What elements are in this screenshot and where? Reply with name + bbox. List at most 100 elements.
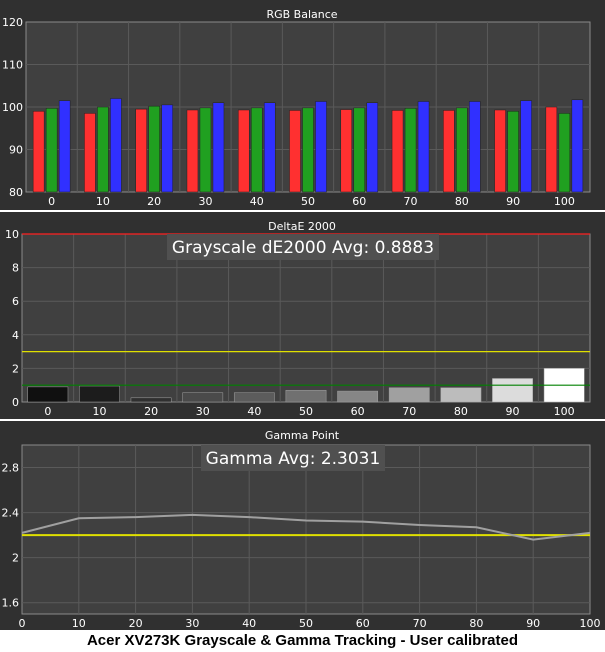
average-label: Grayscale dE2000 Avg: 0.8883 — [172, 238, 434, 258]
bar-blue — [520, 100, 532, 193]
bar-blue — [469, 101, 481, 193]
bar-blue — [571, 99, 584, 193]
y-tick-label: 6 — [12, 295, 19, 308]
x-tick-label: 60 — [352, 195, 366, 208]
x-tick-label: 90 — [506, 405, 520, 418]
x-tick-label: 20 — [147, 195, 161, 208]
chart-panel-2: DeltaE 200002468100 10 20 30 40 50 60 70 80 90 100… — [0, 212, 605, 419]
bar-green — [97, 106, 109, 193]
bar-blue — [417, 101, 430, 193]
x-tick-label: 100 — [554, 195, 575, 208]
x-tick-label: 10 — [96, 195, 110, 208]
bar-red — [186, 109, 199, 193]
x-tick-label: 20 — [144, 405, 158, 418]
x-tick-label: 80 — [454, 405, 468, 418]
bar-blue — [161, 104, 173, 193]
x-tick-label: 0 — [19, 617, 26, 630]
bar-green — [456, 107, 468, 193]
bar-deltae — [337, 390, 379, 403]
x-tick-label: 30 — [185, 617, 199, 630]
x-tick-label: 70 — [413, 617, 427, 630]
bar-red — [545, 106, 558, 193]
bar-red — [84, 113, 96, 193]
y-tick-label: 0 — [12, 396, 19, 409]
x-tick-label: 70 — [402, 405, 416, 418]
y-tick-label: 120 — [2, 16, 23, 29]
bar-red — [32, 111, 45, 193]
bar-deltae — [440, 387, 482, 403]
x-tick-label: 40 — [247, 405, 261, 418]
x-tick-label: 100 — [580, 617, 601, 630]
bar-blue — [58, 100, 71, 193]
y-tick-label: 1.6 — [2, 597, 20, 610]
x-tick-label: 20 — [129, 617, 143, 630]
chart-panel-1: RGB Balance 80 90 100 110 120 0 10 20 30 40 50 60 70 8… — [0, 0, 605, 210]
y-tick-label: 90 — [9, 144, 23, 157]
bar-green — [148, 105, 160, 193]
x-tick-label: 60 — [351, 405, 365, 418]
x-tick-label: 0 — [44, 405, 51, 418]
bar-green — [353, 107, 366, 193]
x-tick-label: 40 — [250, 195, 264, 208]
bar-deltae — [27, 386, 69, 403]
bar-deltae — [388, 387, 430, 403]
x-tick-label: 80 — [455, 195, 469, 208]
x-tick-label: 40 — [242, 617, 256, 630]
bar-green — [45, 108, 58, 193]
bar-red — [443, 110, 455, 193]
bar-red — [289, 110, 301, 193]
bar-red — [494, 109, 506, 193]
chart-panel-3: Gamma Point 1.6 2 2.4 2.8 0 10 20 30 40 50 60 70 80 90… — [0, 421, 605, 630]
caption: Acer XV273K Grayscale & Gamma Tracking -… — [86, 632, 519, 649]
bar-blue — [110, 98, 122, 193]
bar-blue — [366, 102, 379, 193]
bar-red — [391, 110, 404, 193]
x-tick-label: 50 — [299, 617, 313, 630]
y-tick-label: 2.4 — [2, 507, 20, 520]
bar-deltae — [492, 378, 533, 403]
bar-deltae — [79, 385, 120, 403]
bar-green — [558, 113, 571, 193]
x-tick-label: 80 — [469, 617, 483, 630]
bar-deltae — [233, 392, 275, 403]
bar-blue — [315, 101, 327, 193]
bar-red — [135, 108, 147, 193]
y-tick-label: 110 — [2, 59, 23, 72]
bar-blue — [263, 102, 276, 193]
x-tick-label: 0 — [48, 195, 55, 208]
y-tick-label: 2 — [12, 552, 19, 565]
average-label: Gamma Avg: 2.3031 — [206, 449, 381, 469]
y-tick-label: 4 — [12, 329, 19, 342]
chart-title: Gamma Point — [265, 429, 340, 442]
bar-deltae — [182, 392, 224, 403]
bar-red — [340, 109, 353, 193]
chart-title: DeltaE 2000 — [268, 220, 336, 233]
y-tick-label: 2 — [12, 362, 19, 375]
y-tick-label: 80 — [9, 186, 23, 199]
x-tick-label: 100 — [554, 405, 575, 418]
x-tick-label: 60 — [356, 617, 370, 630]
bar-green — [250, 107, 263, 193]
y-tick-label: 100 — [2, 101, 23, 114]
x-tick-label: 90 — [506, 195, 520, 208]
gamma-report-chart: RGB Balance80901001101200 10 20 30 40 50 60 70 8… — [0, 0, 605, 630]
y-tick-label: 10 — [5, 228, 19, 241]
x-tick-label: 10 — [92, 405, 106, 418]
bar-green — [302, 107, 314, 193]
x-tick-label: 50 — [299, 405, 313, 418]
x-tick-label: 50 — [301, 195, 315, 208]
bar-green — [404, 108, 417, 193]
chart-title: RGB Balance — [266, 8, 337, 21]
bar-deltae — [285, 389, 327, 403]
x-tick-label: 30 — [196, 405, 210, 418]
x-tick-label: 90 — [526, 617, 540, 630]
x-tick-label: 10 — [72, 617, 86, 630]
bar-deltae — [130, 397, 172, 403]
y-tick-label: 8 — [12, 262, 19, 275]
y-tick-label: 2.8 — [2, 462, 20, 475]
bar-green — [507, 111, 519, 193]
x-tick-label: 70 — [404, 195, 418, 208]
x-tick-label: 30 — [198, 195, 212, 208]
bar-blue — [212, 102, 225, 193]
bar-red — [237, 109, 250, 193]
